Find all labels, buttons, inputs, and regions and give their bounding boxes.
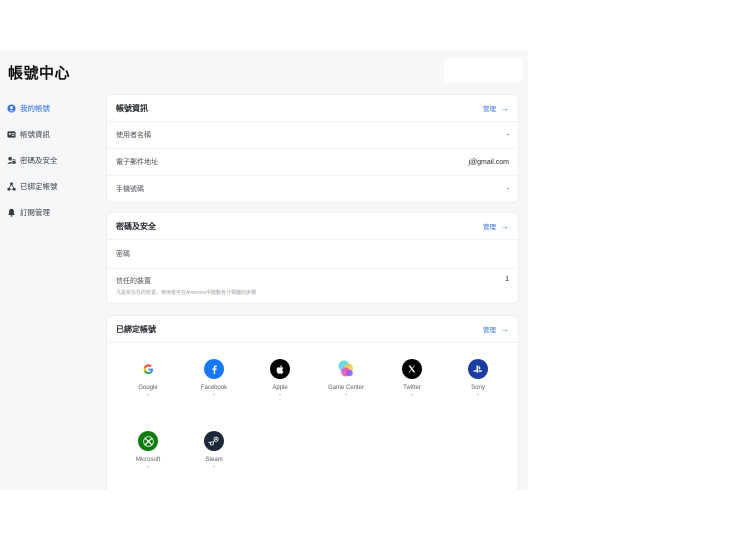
linked-twitter[interactable]: Twitter - <box>379 359 445 398</box>
sidebar-item-subscriptions[interactable]: 訂閱管理 <box>0 199 100 225</box>
linked-steam[interactable]: Steam - <box>181 431 247 470</box>
linked-sony[interactable]: Sony - <box>445 359 511 398</box>
account-name: Sony <box>471 385 485 391</box>
password-row: 密碼 <box>107 240 518 269</box>
page-title: 帳號中心 <box>8 65 71 82</box>
linked-apple[interactable]: Apple - <box>247 359 313 398</box>
card-title: 密碼及安全 <box>116 221 156 231</box>
sidebar-item-label: 已綁定帳號 <box>20 181 58 191</box>
linked-accounts-grid: Google - Facebook - Apple - Game Center … <box>107 343 518 470</box>
account-name: Twitter <box>403 385 421 391</box>
phone-row: 手機號碼 - <box>107 176 518 202</box>
linked-accounts-card: 已綁定帳號 管理 → Google - Facebook - Apple - G… <box>106 315 519 490</box>
account-status: - <box>147 392 149 398</box>
card-title: 已綁定帳號 <box>116 324 156 334</box>
security-card: 密碼及安全 管理 → 密碼 信任的裝置 1 凡是受信任的裝置，使用者可在Airt… <box>106 212 519 304</box>
sidebar-item-linked-accounts[interactable]: 已綁定帳號 <box>0 173 100 199</box>
account-name: Steam <box>205 457 223 463</box>
account-info-header: 帳號資訊 管理 → <box>107 95 518 122</box>
sidebar-item-my-account[interactable]: 我的帳號 <box>0 95 100 121</box>
link-nodes-icon <box>6 181 16 191</box>
x-twitter-icon <box>402 359 422 379</box>
account-status: - <box>147 464 149 470</box>
row-label: 信任的裝置 <box>116 278 151 285</box>
account-status: - <box>213 392 215 398</box>
account-name: Game Center <box>327 385 364 391</box>
arrow-right-icon: → <box>501 103 509 113</box>
row-label: 使用者名稱 <box>116 132 151 139</box>
linked-accounts-header: 已綁定帳號 管理 → <box>107 316 518 343</box>
account-info-card: 帳號資訊 管理 → 使用者名稱 - 電子郵件地址 j@gmail.com 手機號… <box>106 94 519 203</box>
sidebar-item-account-info[interactable]: 帳號資訊 <box>0 121 100 147</box>
username-row: 使用者名稱 - <box>107 122 518 149</box>
row-value: j@gmail.com <box>468 158 509 166</box>
arrow-right-icon: → <box>501 324 509 334</box>
lock-user-icon <box>6 155 16 165</box>
manage-label: 管理 <box>483 106 496 113</box>
linked-microsoft[interactable]: Microsoft - <box>115 431 181 470</box>
row-value: - <box>506 131 509 139</box>
linked-game-center[interactable]: Game Center - <box>313 359 379 398</box>
row-label: 手機號碼 <box>116 186 144 193</box>
sidebar-item-label: 密碼及安全 <box>20 155 58 165</box>
account-center-app: 帳號中心 我的帳號 帳號資訊 密碼及安全 已綁定帳號 訂閱管理 帳號資訊 管理 … <box>0 50 528 490</box>
security-manage-link[interactable]: 管理 → <box>483 221 509 232</box>
trusted-devices-row: 信任的裝置 1 凡是受信任的裝置，使用者可在Airtreons中啟動各分類器的步… <box>107 269 518 303</box>
sidebar-item-security[interactable]: 密碼及安全 <box>0 147 100 173</box>
account-status: - <box>345 392 347 398</box>
row-value: - <box>506 185 509 193</box>
security-header: 密碼及安全 管理 → <box>107 213 518 240</box>
account-name: Google <box>138 385 158 391</box>
sidebar-item-label: 訂閱管理 <box>20 207 50 217</box>
account-name: Microsoft <box>135 457 161 463</box>
linked-google[interactable]: Google - <box>115 359 181 398</box>
linked-manage-link[interactable]: 管理 → <box>483 324 509 335</box>
game-center-icon <box>336 359 356 379</box>
manage-label: 管理 <box>483 224 496 231</box>
google-icon <box>138 359 158 379</box>
card-title: 帳號資訊 <box>116 103 148 113</box>
account-name: Facebook <box>200 385 228 391</box>
linked-facebook[interactable]: Facebook - <box>181 359 247 398</box>
xbox-icon <box>138 431 158 451</box>
playstation-icon <box>468 359 488 379</box>
facebook-icon <box>204 359 224 379</box>
account-status: - <box>477 392 479 398</box>
steam-icon <box>204 431 224 451</box>
manage-label: 管理 <box>483 327 496 334</box>
row-value: 1 <box>505 276 509 283</box>
row-label: 密碼 <box>116 251 130 258</box>
apple-icon <box>270 359 290 379</box>
bell-icon <box>6 207 16 217</box>
top-right-placeholder <box>444 58 522 83</box>
email-row: 電子郵件地址 j@gmail.com <box>107 149 518 176</box>
account-info-manage-link[interactable]: 管理 → <box>483 103 509 114</box>
sidebar-item-label: 我的帳號 <box>20 103 50 113</box>
account-status: - <box>213 464 215 470</box>
arrow-right-icon: → <box>501 221 509 231</box>
user-circle-icon <box>6 103 16 113</box>
id-card-icon <box>6 129 16 139</box>
account-status: - <box>279 392 281 398</box>
trusted-devices-note: 凡是受信任的裝置，使用者可在Airtreons中啟動各分類器的步驟 <box>116 290 257 296</box>
sidebar-item-label: 帳號資訊 <box>20 129 50 139</box>
row-label: 電子郵件地址 <box>116 159 158 166</box>
account-name: Apple <box>272 385 288 391</box>
account-status: - <box>411 392 413 398</box>
sidebar: 我的帳號 帳號資訊 密碼及安全 已綁定帳號 訂閱管理 <box>0 95 100 225</box>
